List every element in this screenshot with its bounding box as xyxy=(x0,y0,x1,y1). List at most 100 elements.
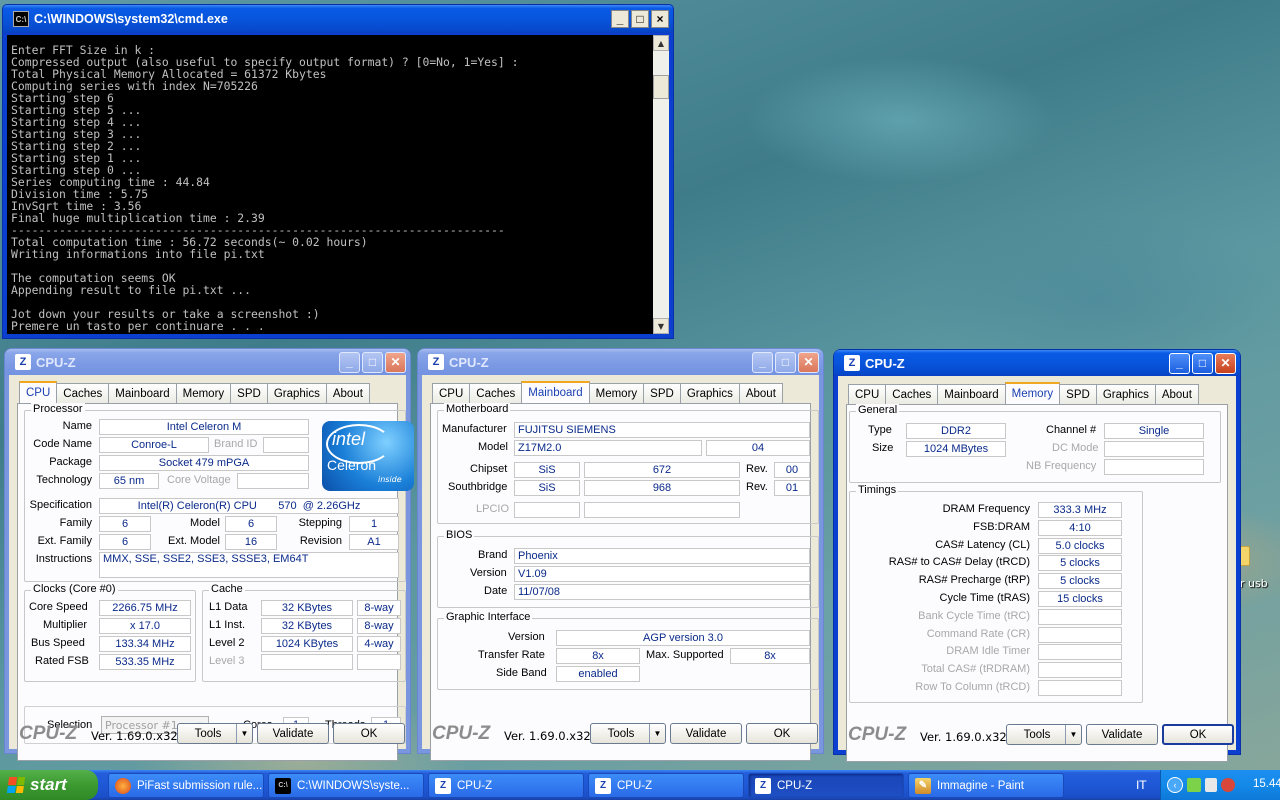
tab-caches[interactable]: Caches xyxy=(885,384,939,404)
taskbar-item-firefox[interactable]: PiFast submission rule... xyxy=(108,773,264,798)
tab-graphics[interactable]: Graphics xyxy=(266,383,327,403)
tools-button[interactable]: Tools ▼ xyxy=(1006,724,1082,745)
tab-memory[interactable]: Memory xyxy=(1004,382,1061,404)
lpcio-vendor xyxy=(514,502,580,518)
label: Max. Supported xyxy=(646,649,724,661)
tab-memory[interactable]: Memory xyxy=(175,383,232,403)
ok-button[interactable]: OK xyxy=(1162,724,1234,745)
cpuz-titlebar[interactable]: Z CPU-Z _ □ ✕ xyxy=(418,349,823,375)
tab-graphics[interactable]: Graphics xyxy=(1095,384,1156,404)
family-value: 6 xyxy=(99,516,151,532)
console-line: Premere un tasto per continuare . . . xyxy=(11,319,265,333)
chevron-down-icon[interactable]: ▼ xyxy=(649,724,665,743)
close-button[interactable]: ✕ xyxy=(1215,352,1236,374)
label: Level 2 xyxy=(209,637,245,649)
timing-value: 5 clocks xyxy=(1038,555,1122,572)
tab-cpu[interactable]: CPU xyxy=(432,383,471,403)
maximize-button[interactable]: □ xyxy=(631,10,649,28)
close-button[interactable]: ✕ xyxy=(798,351,819,373)
tab-mainboard[interactable]: Mainboard xyxy=(108,383,177,403)
cpuz-logo: CPU-Z xyxy=(432,723,491,744)
system-tray: ‹ 15.44 xyxy=(1160,770,1280,800)
taskbar-item-cpuz-1[interactable]: Z CPU-Z xyxy=(428,773,584,798)
start-button[interactable]: start xyxy=(0,770,98,800)
tab-spd[interactable]: SPD xyxy=(643,383,681,403)
tab-cpu[interactable]: CPU xyxy=(19,381,58,403)
tab-bar: CPU Caches Mainboard Memory SPD Graphics… xyxy=(19,381,370,403)
tab-about[interactable]: About xyxy=(325,383,370,403)
tab-spd[interactable]: SPD xyxy=(1059,384,1097,404)
chevron-down-icon[interactable]: ▼ xyxy=(236,724,252,743)
cpuz-titlebar[interactable]: Z CPU-Z _ □ ✕ xyxy=(834,350,1240,376)
model-value: 6 xyxy=(225,516,277,532)
group-title: Graphic Interface xyxy=(444,611,533,623)
label: Rev. xyxy=(746,481,768,493)
timings-group: Timings DRAM Frequency 333.3 MHz FSB:DRAM 4… xyxy=(849,484,1143,703)
validate-button[interactable]: Validate xyxy=(257,723,329,744)
ok-button[interactable]: OK xyxy=(746,723,818,744)
tab-caches[interactable]: Caches xyxy=(469,383,523,403)
button-label: Tools xyxy=(1023,728,1051,741)
clock[interactable]: 15.44 xyxy=(1253,778,1280,790)
timing-label: CAS# Latency (CL) xyxy=(935,538,1030,551)
cmd-titlebar[interactable]: C:\ C:\WINDOWS\system32\cmd.exe _ □ × xyxy=(3,5,673,33)
tab-about[interactable]: About xyxy=(738,383,783,403)
task-label: PiFast submission rule... xyxy=(137,779,263,792)
taskbar-item-cpuz-2[interactable]: Z CPU-Z xyxy=(588,773,744,798)
intel-celeron-logo: intel Celeron inside xyxy=(322,421,414,491)
chevron-left-icon[interactable]: ‹ xyxy=(1167,777,1183,793)
chevron-down-icon[interactable]: ▼ xyxy=(1065,725,1081,744)
minimize-button[interactable]: _ xyxy=(1169,352,1190,374)
console-scrollbar[interactable]: ▲ ▼ xyxy=(653,35,669,334)
chipset-vendor: SiS xyxy=(514,462,580,478)
tools-button[interactable]: Tools ▼ xyxy=(590,723,666,744)
security-icon[interactable] xyxy=(1221,778,1235,792)
volume-icon[interactable] xyxy=(1205,778,1217,792)
minimize-button[interactable]: _ xyxy=(611,10,629,28)
bottom-bar: CPU-Z Ver. 1.69.0.x32 Tools ▼ Validate OK xyxy=(9,719,406,749)
timing-value: 15 clocks xyxy=(1038,591,1122,607)
bottom-bar: CPU-Z Ver. 1.69.0.x32 Tools ▼ Validate OK xyxy=(422,719,819,749)
cpu-panel: Processor Name Intel Celeron M Code Name… xyxy=(17,403,414,761)
tab-mainboard[interactable]: Mainboard xyxy=(521,381,590,403)
label: Rated FSB xyxy=(35,655,89,667)
taskbar-item-cpuz-3[interactable]: Z CPU-Z xyxy=(748,773,904,798)
tab-mainboard[interactable]: Mainboard xyxy=(937,384,1006,404)
validate-button[interactable]: Validate xyxy=(1086,724,1158,745)
maximize-button[interactable]: □ xyxy=(362,351,383,373)
cpuz-titlebar[interactable]: Z CPU-Z _ □ ✕ xyxy=(5,349,410,375)
minimize-button[interactable]: _ xyxy=(339,351,360,373)
minimize-button[interactable]: _ xyxy=(752,351,773,373)
close-button[interactable]: × xyxy=(651,10,669,28)
label: Code Name xyxy=(33,438,92,450)
tab-caches[interactable]: Caches xyxy=(56,383,110,403)
tab-memory[interactable]: Memory xyxy=(588,383,645,403)
tab-about[interactable]: About xyxy=(1154,384,1199,404)
label: Transfer Rate xyxy=(478,649,545,661)
label: Manufacturer xyxy=(442,423,507,435)
validate-button[interactable]: Validate xyxy=(670,723,742,744)
ok-button[interactable]: OK xyxy=(333,723,405,744)
scroll-up-icon[interactable]: ▲ xyxy=(653,35,669,51)
network-icon[interactable] xyxy=(1187,778,1201,792)
timing-label: DRAM Frequency xyxy=(942,503,1030,515)
label: Model xyxy=(190,517,220,529)
language-indicator[interactable]: IT xyxy=(1136,778,1146,792)
scroll-thumb[interactable] xyxy=(653,75,669,99)
label: Ext. Family xyxy=(37,535,92,547)
tab-graphics[interactable]: Graphics xyxy=(679,383,740,403)
tab-cpu[interactable]: CPU xyxy=(848,384,887,404)
maximize-button[interactable]: □ xyxy=(1192,352,1213,374)
tools-button[interactable]: Tools ▼ xyxy=(177,723,253,744)
taskbar-item-cmd[interactable]: C:\ C:\WINDOWS\syste... xyxy=(268,773,424,798)
taskbar-item-paint[interactable]: ✎ Immagine - Paint xyxy=(908,773,1064,798)
scroll-down-icon[interactable]: ▼ xyxy=(653,318,669,334)
bottom-bar: CPU-Z Ver. 1.69.0.x32 Tools ▼ Validate OK xyxy=(838,720,1236,750)
close-button[interactable]: ✕ xyxy=(385,351,406,373)
stepping-value: 1 xyxy=(349,516,399,532)
console-output[interactable]: Enter FFT Size in k : Compressed output (… xyxy=(7,35,653,334)
processor-group: Processor Name Intel Celeron M Code Name… xyxy=(24,403,414,582)
maximize-button[interactable]: □ xyxy=(775,351,796,373)
memory-type-value: DDR2 xyxy=(906,423,1006,439)
tab-spd[interactable]: SPD xyxy=(230,383,268,403)
